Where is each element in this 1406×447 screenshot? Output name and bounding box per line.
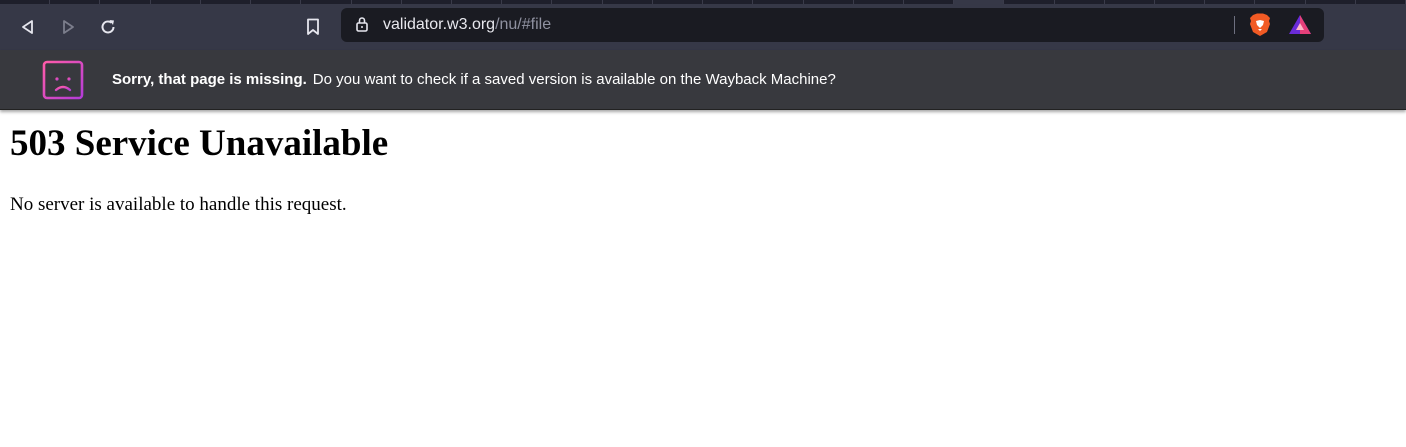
back-button[interactable] [13,12,43,42]
url-host: validator.w3.org [383,16,496,33]
reload-icon [101,20,115,34]
sad-page-icon [42,60,84,100]
forward-icon [63,20,74,34]
wayback-infobar: Sorry, that page is missing. Do you want … [0,50,1406,110]
browser-toolbar: validator.w3.org/nu/#file [0,4,1406,50]
url-path: /nu/#file [495,16,552,33]
brave-shields-icon[interactable] [1249,13,1271,37]
reload-button[interactable] [93,12,123,42]
url-separator [1234,16,1235,34]
infobar-message[interactable]: Do you want to check if a saved version … [313,71,836,88]
forward-button[interactable] [53,12,83,42]
infobar-text: Sorry, that page is missing. Do you want … [112,71,836,89]
url-text[interactable]: validator.w3.org/nu/#file [383,16,551,34]
lock-icon[interactable] [355,16,369,32]
bookmark-icon [307,18,319,35]
back-icon [22,20,33,34]
infobar-title: Sorry, that page is missing. [112,71,307,88]
error-message: No server is available to handle this re… [10,194,347,215]
address-bar[interactable]: validator.w3.org/nu/#file [341,8,1324,42]
page-title: 503 Service Unavailable [10,123,389,164]
brave-rewards-icon[interactable] [1288,14,1312,36]
page-content: 503 Service Unavailable No server is ava… [10,122,388,216]
bookmark-button[interactable] [298,12,328,42]
